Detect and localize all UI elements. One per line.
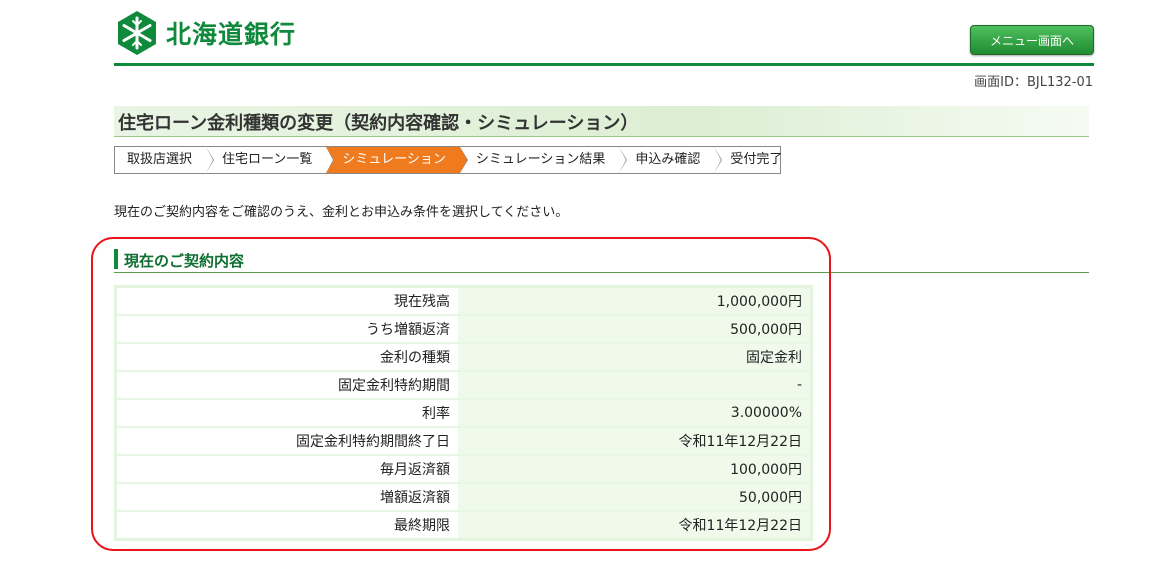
page-title: 住宅ローン金利種類の変更（契約内容確認・シミュレーション） [118, 113, 639, 134]
screen-id: 画面ID：BJL132-01 [974, 75, 1093, 90]
bank-logo[interactable]: 北海道銀行 [114, 8, 296, 58]
header: 北海道銀行 メニュー画面へ [114, 8, 1094, 66]
step-branch-selection: 取扱店選択 [115, 147, 215, 173]
menu-screen-button[interactable]: メニュー画面へ [970, 25, 1094, 55]
page-title-bar: 住宅ローン金利種類の変更（契約内容確認・シミュレーション） [114, 106, 1089, 137]
step-complete: 受付完了 [730, 152, 783, 167]
progress-steps: 取扱店選択 住宅ローン一覧 シミュレーション シミュレーション結果 申込み確認 … [114, 146, 782, 174]
bank-logo-icon [118, 11, 156, 55]
bank-name: 北海道銀行 [166, 20, 297, 49]
highlight-annotation-frame [91, 237, 831, 551]
step-simulation: シミュレーション [326, 147, 469, 173]
step-loan-list: 住宅ローン一覧 [206, 147, 335, 173]
header-divider [114, 63, 1094, 66]
intro-text: 現在のご契約内容をご確認のうえ、金利とお申込み条件を選択してください。 [114, 205, 569, 220]
step-application-confirm: 申込み確認 [619, 147, 723, 173]
step-simulation-result: シミュレーション結果 [460, 147, 628, 173]
